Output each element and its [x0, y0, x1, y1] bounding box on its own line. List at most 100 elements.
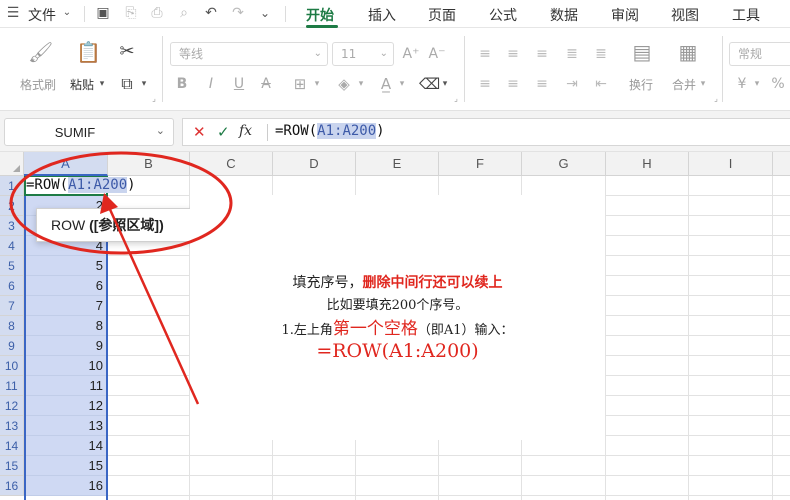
align-middle-icon[interactable]: ≡ — [504, 44, 522, 64]
chevron-down-icon[interactable]: ▾ — [312, 76, 322, 92]
tab-view[interactable]: 视图 — [671, 5, 699, 25]
align-center-icon[interactable]: ≡ — [504, 74, 522, 94]
row-header[interactable]: 7 — [0, 296, 24, 316]
confirm-check-icon[interactable]: ✓ — [217, 123, 230, 141]
cell-a1-formula[interactable]: =ROW(A1:A200) — [26, 177, 139, 193]
align-bottom-icon[interactable]: ≡ — [533, 44, 551, 64]
indent-icon[interactable]: ⇥ — [563, 74, 581, 94]
row-header[interactable]: 2 — [0, 196, 24, 216]
align-left-icon[interactable]: ≡ — [476, 74, 494, 94]
row-header[interactable]: 11 — [0, 376, 24, 396]
save-icon[interactable]: ▣ — [94, 4, 112, 22]
formula-input[interactable]: ✕ ✓ fx =ROW(A1:A200) — [182, 118, 790, 146]
dialog-launcher-icon[interactable]: ⌟ — [150, 94, 158, 104]
formula-suffix: ) — [376, 123, 385, 139]
select-all-corner[interactable] — [0, 152, 24, 176]
name-box[interactable]: SUMIF ⌄ — [4, 118, 174, 146]
dialog-launcher-icon[interactable]: ⌟ — [712, 94, 720, 104]
paste-dropdown-icon[interactable]: ▾ — [97, 76, 107, 92]
fill-color-icon[interactable]: ◈ — [334, 74, 354, 94]
row-header[interactable]: 13 — [0, 416, 24, 436]
cut-icon[interactable]: ✂ — [116, 42, 138, 62]
increase-font-icon[interactable]: A⁺ — [401, 44, 421, 64]
dialog-launcher-icon[interactable]: ⌟ — [452, 94, 460, 104]
merge-cells-icon[interactable]: ▦ — [676, 42, 700, 62]
tab-page[interactable]: 页面 — [428, 5, 456, 25]
column-header[interactable]: E — [356, 152, 439, 176]
row-header[interactable]: 14 — [0, 436, 24, 456]
strikethrough-icon[interactable]: A — [258, 74, 274, 94]
tab-insert[interactable]: 插入 — [368, 5, 396, 25]
undo-icon[interactable]: ↶ — [202, 4, 220, 22]
chevron-down-icon[interactable]: ▾ — [397, 76, 407, 92]
column-header[interactable]: G — [522, 152, 606, 176]
distribute-icon[interactable]: ≣ — [592, 44, 610, 64]
chevron-down-icon[interactable]: ▾ — [752, 76, 762, 92]
paste-icon[interactable]: 📋 — [76, 42, 101, 62]
italic-icon[interactable]: I — [203, 74, 219, 94]
tab-home[interactable]: 开始 — [306, 5, 334, 25]
copy-icon[interactable]: ⧉ — [116, 74, 138, 94]
column-header[interactable]: C — [190, 152, 273, 176]
font-name-select[interactable]: 等线 ⌄ — [170, 42, 328, 66]
share-icon[interactable]: ⎘ — [122, 4, 140, 22]
bold-icon[interactable]: B — [174, 74, 190, 94]
column-header[interactable]: A — [24, 152, 108, 176]
number-format-select[interactable]: 常规 — [729, 42, 790, 66]
column-header[interactable]: F — [439, 152, 522, 176]
row-header[interactable]: 16 — [0, 476, 24, 496]
outdent-icon[interactable]: ⇤ — [592, 74, 610, 94]
column-header[interactable]: H — [606, 152, 689, 176]
decrease-font-icon[interactable]: A⁻ — [427, 44, 447, 64]
row-header[interactable]: 10 — [0, 356, 24, 376]
insert-function-icon[interactable]: fx — [239, 123, 252, 139]
tab-formulas[interactable]: 公式 — [489, 5, 517, 25]
chevron-down-icon[interactable]: ⌄ — [58, 4, 76, 22]
print-preview-icon[interactable]: ⌕ — [175, 4, 193, 22]
redo-icon[interactable]: ↷ — [229, 4, 247, 22]
font-size-select[interactable]: 11 ⌄ — [332, 42, 394, 66]
print-icon[interactable]: ⎙ — [148, 4, 166, 22]
merge-label[interactable]: 合并 — [672, 76, 696, 93]
column-header[interactable]: D — [273, 152, 356, 176]
clear-eraser-icon[interactable]: ⌫ — [419, 74, 440, 94]
row-header[interactable]: 6 — [0, 276, 24, 296]
font-color-icon[interactable]: A̲ — [376, 74, 396, 94]
row-header[interactable]: 9 — [0, 336, 24, 356]
row-header[interactable]: 3 — [0, 216, 24, 236]
chevron-down-icon[interactable]: ▾ — [356, 76, 366, 92]
column-header[interactable]: I — [689, 152, 773, 176]
percent-icon[interactable]: % — [768, 74, 788, 94]
chevron-down-icon[interactable]: ⌄ — [156, 124, 165, 137]
format-painter-icon[interactable]: 🖌 — [28, 42, 53, 62]
currency-icon[interactable]: ¥ — [734, 74, 750, 94]
cancel-icon[interactable]: ✕ — [193, 123, 206, 141]
wrap-text-icon[interactable]: ▤ — [630, 42, 654, 62]
tab-tools[interactable]: 工具 — [732, 5, 760, 25]
formula-text[interactable]: =ROW(A1:A200) — [275, 123, 385, 139]
chevron-down-icon[interactable]: ▾ — [440, 76, 450, 92]
column-header[interactable]: B — [108, 152, 190, 176]
row-header[interactable]: 12 — [0, 396, 24, 416]
tab-data[interactable]: 数据 — [550, 5, 578, 25]
row-header[interactable]: 1 — [0, 176, 24, 196]
copy-dropdown-icon[interactable]: ▾ — [139, 76, 149, 92]
hamburger-icon[interactable]: ☰ — [4, 4, 22, 22]
wrap-text-label[interactable]: 换行 — [629, 76, 653, 93]
align-top-icon[interactable]: ≡ — [476, 44, 494, 64]
menu-file[interactable]: 文件 — [28, 5, 56, 25]
justify-icon[interactable]: ≣ — [563, 44, 581, 64]
more-chevron-icon[interactable]: ⌄ — [256, 4, 274, 22]
align-right-icon[interactable]: ≡ — [533, 74, 551, 94]
row-header[interactable]: 4 — [0, 236, 24, 256]
row-header[interactable]: 8 — [0, 316, 24, 336]
borders-icon[interactable]: ⊞ — [290, 74, 310, 94]
row-header[interactable]: 5 — [0, 256, 24, 276]
row-header[interactable]: 15 — [0, 456, 24, 476]
tab-review[interactable]: 审阅 — [611, 5, 639, 25]
chevron-down-icon[interactable]: ▾ — [698, 76, 708, 92]
paste-label[interactable]: 粘贴 — [70, 76, 94, 93]
column-header[interactable] — [773, 152, 790, 176]
underline-icon[interactable]: U — [231, 74, 247, 94]
format-painter-label[interactable]: 格式刷 — [20, 76, 56, 93]
